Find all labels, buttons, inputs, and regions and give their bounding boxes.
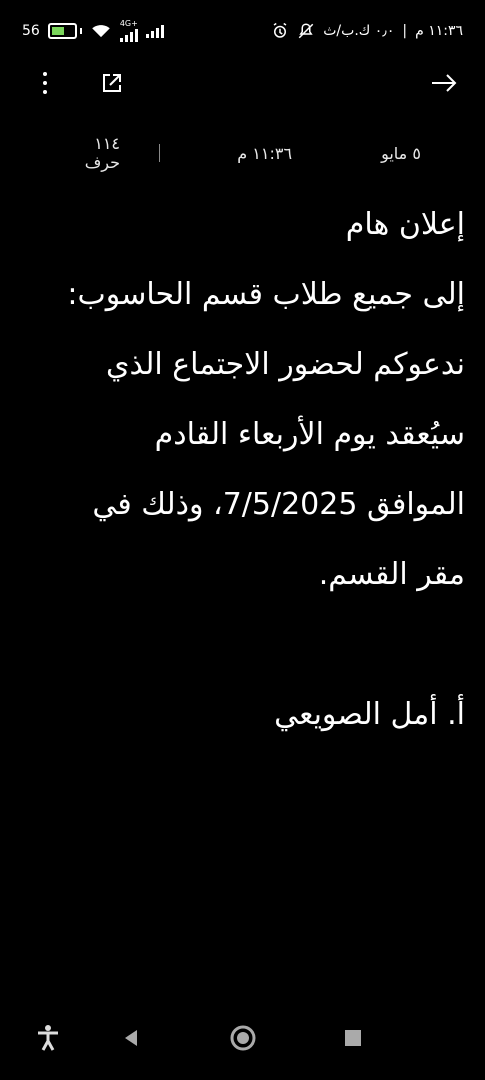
battery-icon	[47, 23, 82, 39]
network-type-label: 4G+	[119, 19, 138, 28]
note-signature-line: أ. أمل الصويعي	[274, 697, 465, 732]
note-body-line-4: مقر القسم.	[318, 557, 465, 592]
info-divider	[159, 144, 161, 162]
recents-square-icon	[345, 1030, 361, 1046]
more-vert-icon	[43, 72, 47, 94]
arrow-right-icon	[432, 74, 457, 92]
home-circle-icon	[230, 1025, 256, 1051]
signal-strength-icon	[119, 28, 138, 42]
character-count: ١١٤ حرف	[84, 134, 121, 172]
system-home-button[interactable]	[223, 1018, 263, 1058]
status-divider: |	[402, 23, 408, 39]
note-time: ١١:٣٦ م	[237, 143, 293, 163]
status-bar: 56 4G+ ٠٫٠ ك.ب/ث | ١١:٣٦ م	[22, 14, 463, 48]
alarm-icon	[273, 22, 287, 38]
note-info-row: ٥ مايو ١١:٣٦ م ١١٤ حرف	[0, 134, 485, 172]
battery-percentage: 56	[22, 23, 40, 39]
system-back-button[interactable]	[111, 1018, 151, 1058]
note-title-line: إعلان هام	[345, 207, 465, 242]
more-options-button[interactable]	[24, 62, 66, 104]
system-navigation-bar	[0, 1010, 485, 1064]
note-body-line-3: الموافق 7/5/2025، وذلك في	[92, 487, 465, 522]
share-icon	[103, 74, 121, 92]
status-right: ٠٫٠ ك.ب/ث | ١١:٣٦ م	[271, 22, 463, 40]
note-toolbar	[20, 62, 465, 104]
share-button[interactable]	[91, 62, 133, 104]
note-body-line-1: ندعوكم لحضور الاجتماع الذي	[106, 347, 465, 382]
note-date: ٥ مايو	[381, 143, 421, 163]
system-recents-button[interactable]	[333, 1018, 373, 1058]
note-body-line-2: سيُعقد يوم الأربعاء القادم	[154, 417, 465, 452]
accessibility-icon	[38, 1025, 58, 1051]
data-rate: ٠٫٠ ك.ب/ث	[323, 23, 395, 39]
note-content[interactable]: إعلان هام إلى جميع طلاب قسم الحاسوب: ندع…	[58, 190, 465, 750]
note-recipient-line: إلى جميع طلاب قسم الحاسوب:	[67, 277, 465, 312]
clock: ١١:٣٦ م	[415, 23, 463, 39]
status-left: 56 4G+	[22, 20, 164, 42]
accessibility-button[interactable]	[28, 1018, 68, 1058]
wifi-icon	[92, 25, 110, 38]
note-empty-line	[58, 610, 465, 680]
notification-muted-icon	[298, 23, 314, 39]
back-button[interactable]	[423, 62, 465, 104]
secondary-signal-icon	[145, 24, 164, 38]
back-triangle-icon	[125, 1030, 137, 1046]
